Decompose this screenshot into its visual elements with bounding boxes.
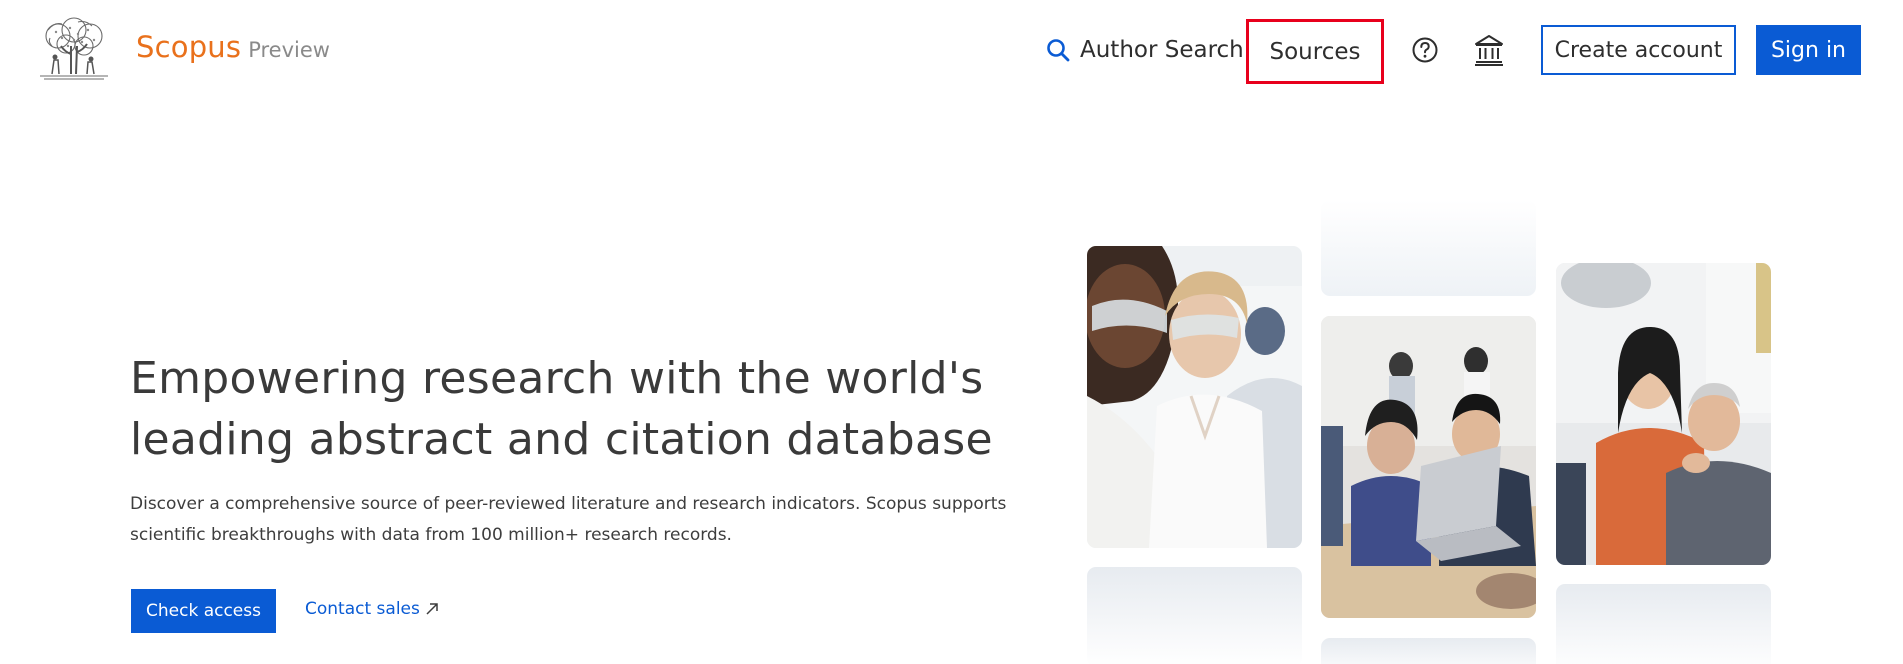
colleagues-meeting-photo bbox=[1556, 263, 1771, 565]
contact-sales-label: Contact sales bbox=[305, 599, 420, 619]
placeholder-tile bbox=[1087, 567, 1302, 664]
students-laptop-photo bbox=[1321, 316, 1536, 618]
elsevier-tree-icon bbox=[38, 16, 110, 82]
external-arrow-icon bbox=[426, 603, 438, 615]
hero-description: Discover a comprehensive source of peer-… bbox=[130, 489, 1010, 551]
help-circle-icon bbox=[1412, 37, 1438, 63]
author-search-label: Author Search bbox=[1080, 37, 1244, 63]
create-account-button[interactable]: Create account bbox=[1541, 25, 1736, 75]
hero-title-line2: leading abstract and citation database bbox=[130, 414, 993, 465]
page: Scopus Preview Author Search Sources Cre… bbox=[0, 0, 1903, 664]
hero-title-line1: Empowering research with the world's bbox=[130, 353, 984, 404]
brand-subtitle: Preview bbox=[248, 38, 330, 62]
hero-description-line1: Discover a comprehensive source of peer-… bbox=[130, 494, 1007, 514]
hero-title: Empowering research with the world's lead… bbox=[130, 348, 1030, 470]
hero-description-line2: scientific breakthroughs with data from … bbox=[130, 525, 732, 545]
brand[interactable]: Scopus Preview bbox=[136, 30, 330, 64]
sources-label: Sources bbox=[1269, 38, 1361, 65]
search-icon bbox=[1047, 39, 1070, 62]
placeholder-tile bbox=[1556, 584, 1771, 664]
placeholder-tile bbox=[1321, 638, 1536, 664]
elsevier-logo[interactable] bbox=[38, 16, 110, 82]
brand-name: Scopus bbox=[136, 30, 242, 64]
check-access-button[interactable]: Check access bbox=[131, 589, 276, 633]
institution-icon bbox=[1475, 35, 1503, 66]
sources-link[interactable]: Sources bbox=[1246, 19, 1384, 84]
placeholder-tile bbox=[1321, 200, 1536, 296]
sign-in-button[interactable]: Sign in bbox=[1756, 25, 1861, 75]
help-button[interactable] bbox=[1411, 36, 1439, 64]
institution-button[interactable] bbox=[1473, 33, 1505, 67]
contact-sales-link[interactable]: Contact sales bbox=[305, 599, 439, 619]
researchers-lab-photo bbox=[1087, 246, 1302, 548]
author-search-link[interactable]: Author Search bbox=[1046, 30, 1244, 70]
